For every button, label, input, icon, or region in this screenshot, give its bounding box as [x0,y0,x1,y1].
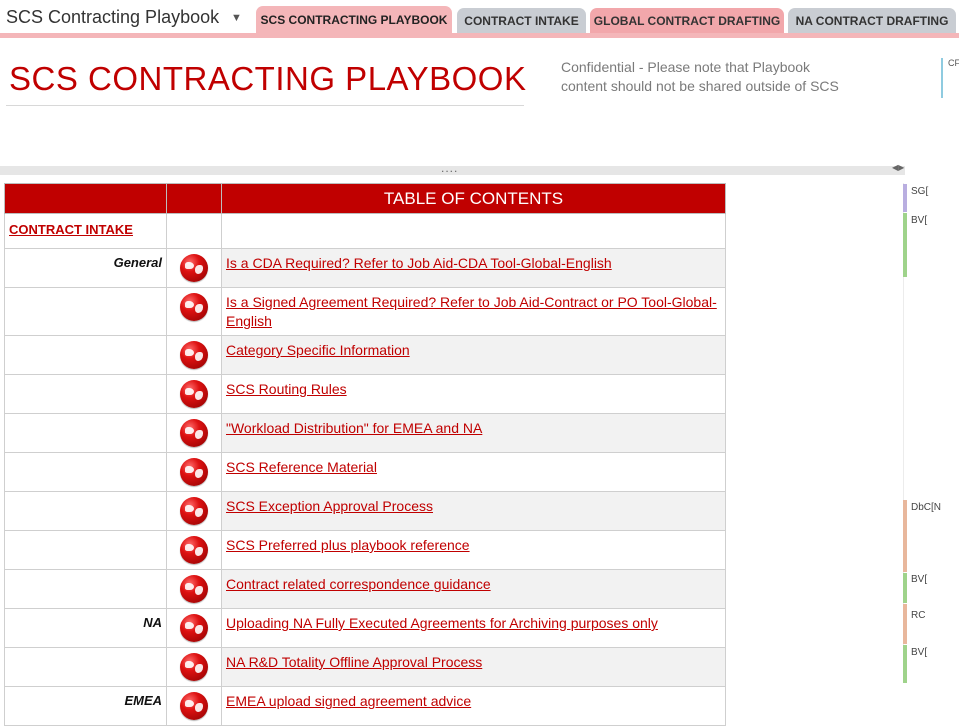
page-title: SCS CONTRACTING PLAYBOOK [9,60,527,97]
category-label [4,335,167,375]
table-row: SCS Reference Material [4,452,726,492]
table-row: SCS Exception Approval Process [4,491,726,531]
globe-icon[interactable] [180,341,208,369]
category-label [4,647,167,687]
category-label [4,287,167,336]
toc-link[interactable]: EMEA upload signed agreement advice [226,693,471,709]
globe-icon[interactable] [180,575,208,603]
category-label [4,491,167,531]
tag-bar-bv-2 [903,573,907,603]
category-label: General [4,248,167,288]
toc-link[interactable]: Category Specific Information [226,342,410,358]
table-row: Is a Signed Agreement Required? Refer to… [4,287,726,336]
margin-tag[interactable]: DbC[N [911,502,941,513]
notebook-section-bar: SCS Contracting Playbook ▼ SCS CONTRACTI… [0,0,959,38]
toc-section-row: CONTRACT INTAKE [4,213,726,249]
toc-link[interactable]: Is a Signed Agreement Required? Refer to… [226,294,717,329]
margin-tag[interactable]: BV[ [911,574,927,585]
toc-header-row: TABLE OF CONTENTS [4,183,726,214]
toc-header-cell [166,183,222,214]
category-label [4,374,167,414]
tab-scs-contracting-playbook[interactable]: SCS CONTRACTING PLAYBOOK [256,6,452,34]
right-note: CF [941,58,959,98]
globe-icon[interactable] [180,254,208,282]
notebook-title[interactable]: SCS Contracting Playbook [6,7,219,28]
tab-contract-intake[interactable]: CONTRACT INTAKE [457,8,586,34]
globe-icon[interactable] [180,614,208,642]
category-label: EMEA [4,686,167,726]
confidential-note: Confidential - Please note that Playbook… [561,58,881,96]
tag-bar-sg [903,184,907,212]
table-row: NA R&D Totality Offline Approval Process [4,647,726,687]
section-contract-intake-link[interactable]: CONTRACT INTAKE [4,213,167,249]
table-row: General Is a CDA Required? Refer to Job … [4,248,726,288]
toc-link[interactable]: SCS Exception Approval Process [226,498,433,514]
toc-table: TABLE OF CONTENTS CONTRACT INTAKE Genera… [4,183,726,726]
notebook-dropdown-icon[interactable]: ▼ [231,12,242,24]
category-label: NA [4,608,167,648]
toc-link[interactable]: NA R&D Totality Offline Approval Process [226,654,482,670]
table-row: SCS Preferred plus playbook reference [4,530,726,570]
toc-cell [166,213,222,249]
toc-link[interactable]: SCS Preferred plus playbook reference [226,537,470,553]
content-splitter[interactable]: .... ◀▶ [0,161,905,175]
category-label [4,413,167,453]
table-row: SCS Routing Rules [4,374,726,414]
tab-na-contract-drafting[interactable]: NA CONTRACT DRAFTING [788,8,956,34]
toc-link[interactable]: SCS Routing Rules [226,381,347,397]
table-row: EMEA EMEA upload signed agreement advice [4,686,726,726]
tab-global-contract-drafting[interactable]: GLOBAL CONTRACT DRAFTING [590,8,784,34]
toc-link[interactable]: Is a CDA Required? Refer to Job Aid-CDA … [226,255,612,271]
tag-bar-bv-3 [903,645,907,683]
toc-link[interactable]: "Workload Distribution" for EMEA and NA [226,420,482,436]
tag-bar-dbc [903,500,907,572]
toc-link[interactable]: SCS Reference Material [226,459,377,475]
margin-tag[interactable]: RC [911,610,925,621]
globe-icon[interactable] [180,458,208,486]
table-row: Category Specific Information [4,335,726,375]
globe-icon[interactable] [180,536,208,564]
globe-icon[interactable] [180,293,208,321]
table-row: NA Uploading NA Fully Executed Agreement… [4,608,726,648]
category-label [4,530,167,570]
toc-header-cell [4,183,167,214]
splitter-grip-icon[interactable]: .... [441,161,458,175]
margin-tag[interactable]: BV[ [911,647,927,658]
globe-icon[interactable] [180,380,208,408]
toc-link[interactable]: Contract related correspondence guidance [226,576,491,592]
toc-cell [221,213,726,249]
table-row: "Workload Distribution" for EMEA and NA [4,413,726,453]
margin-tag[interactable]: SG[ [911,186,928,197]
globe-icon[interactable] [180,419,208,447]
tag-bar-bv [903,213,907,277]
margin-tag[interactable]: BV[ [911,215,927,226]
splitter-arrows-icon[interactable]: ◀▶ [892,163,904,172]
globe-icon[interactable] [180,653,208,681]
table-row: Contract related correspondence guidance [4,569,726,609]
category-label [4,452,167,492]
tag-bar-rc [903,604,907,644]
title-divider [6,105,524,106]
globe-icon[interactable] [180,497,208,525]
toc-header-title: TABLE OF CONTENTS [221,183,726,214]
confidential-line-1: Confidential - Please note that Playbook [561,59,811,75]
confidential-line-2: content should not be shared outside of … [561,78,839,94]
category-label [4,569,167,609]
globe-icon[interactable] [180,692,208,720]
toc-link[interactable]: Uploading NA Fully Executed Agreements f… [226,615,658,631]
